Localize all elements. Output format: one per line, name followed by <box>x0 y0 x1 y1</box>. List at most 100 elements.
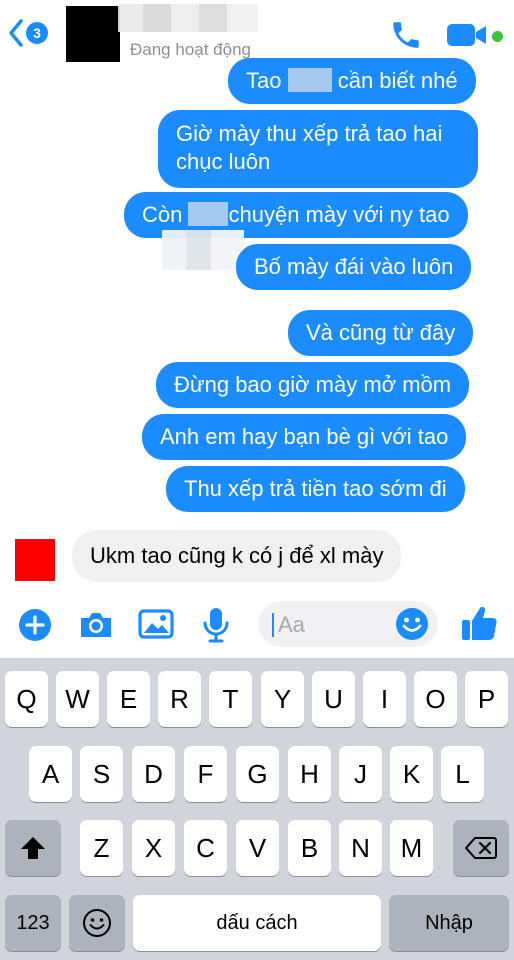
received-message-bubble[interactable]: Ukm tao cũng k có j để xl mày <box>72 530 402 582</box>
key-label: P <box>477 683 496 714</box>
key-y[interactable]: Y <box>261 671 304 727</box>
key-label: Nhập <box>425 911 473 934</box>
message-bubble[interactable]: Đừng bao giờ mày mở mồm <box>156 362 470 408</box>
text-caret <box>272 613 274 637</box>
key-o[interactable]: O <box>414 671 457 727</box>
message-bubble[interactable]: Tao cần biết nhé <box>228 58 476 104</box>
key-v[interactable]: V <box>236 820 279 876</box>
key-a[interactable]: A <box>29 746 72 802</box>
key-d[interactable]: D <box>132 746 175 802</box>
key-label: G <box>247 758 268 789</box>
key-label: C <box>196 832 215 863</box>
key-label: U <box>324 683 343 714</box>
key-label: V <box>248 832 267 863</box>
key-t[interactable]: T <box>209 671 252 727</box>
space-key[interactable]: dấu cách <box>133 895 381 951</box>
key-n[interactable]: N <box>339 820 382 876</box>
key-k[interactable]: K <box>390 746 433 802</box>
key-label: J <box>354 758 367 789</box>
key-h[interactable]: H <box>288 746 331 802</box>
key-label: N <box>351 832 370 863</box>
key-p[interactable]: P <box>465 671 508 727</box>
online-indicator <box>492 31 503 42</box>
phone-icon[interactable] <box>388 18 424 52</box>
message-bubble[interactable]: Thu xếp trả tiền tao sớm đi <box>166 466 465 512</box>
backspace-key[interactable] <box>453 820 509 876</box>
key-label: K <box>402 758 421 789</box>
key-label: Y <box>273 683 292 714</box>
contact-avatar[interactable] <box>66 6 120 62</box>
thumbs-up-icon[interactable] <box>460 604 498 642</box>
key-label: T <box>222 683 239 714</box>
emoji-keyboard-key[interactable] <box>69 895 125 951</box>
key-c[interactable]: C <box>184 820 227 876</box>
message-text: chuyện mày với ny tao <box>228 202 450 227</box>
key-label: F <box>197 758 214 789</box>
key-label: Z <box>93 832 110 863</box>
key-q[interactable]: Q <box>5 671 48 727</box>
shift-key[interactable] <box>5 820 61 876</box>
numbers-key[interactable]: 123 <box>5 895 61 951</box>
redaction-mask <box>162 230 244 270</box>
key-f[interactable]: F <box>184 746 227 802</box>
message-text: Đừng bao giờ mày mở mồm <box>174 372 452 397</box>
backspace-icon <box>465 837 497 859</box>
key-x[interactable]: X <box>132 820 175 876</box>
key-label: A <box>41 758 60 789</box>
key-label: D <box>144 758 163 789</box>
shift-arrow-icon <box>21 837 45 859</box>
message-text: Bố mày đái vào luôn <box>254 254 454 279</box>
message-text: Còn <box>142 202 189 227</box>
key-label: R <box>170 683 189 714</box>
ios-keyboard: Q W E R T Y U I O P A S D F G H J K L Z … <box>0 658 514 960</box>
input-placeholder: Aa <box>278 612 305 637</box>
message-text: Thu xếp trả tiền tao sớm đi <box>184 476 447 501</box>
key-label: O <box>425 683 446 714</box>
gallery-icon[interactable] <box>138 608 174 640</box>
emoji-icon[interactable] <box>394 606 430 642</box>
key-w[interactable]: W <box>56 671 99 727</box>
message-bubble[interactable]: Bố mày đái vào luôn <box>236 244 472 290</box>
sender-avatar[interactable] <box>15 539 55 581</box>
key-u[interactable]: U <box>312 671 355 727</box>
key-l[interactable]: L <box>441 746 484 802</box>
camera-icon[interactable] <box>78 610 114 640</box>
message-bubble[interactable]: Anh em hay bạn bè gì với tao <box>142 414 467 460</box>
key-label: S <box>92 758 111 789</box>
key-e[interactable]: E <box>107 671 150 727</box>
redaction-mask <box>188 202 229 226</box>
microphone-icon[interactable] <box>200 606 232 644</box>
key-label: E <box>119 683 138 714</box>
back-button[interactable]: 3 <box>8 18 48 48</box>
key-j[interactable]: J <box>339 746 382 802</box>
key-label: I <box>380 683 389 714</box>
message-bubble[interactable]: Và cũng từ đây <box>288 310 474 356</box>
key-s[interactable]: S <box>80 746 123 802</box>
return-key[interactable]: Nhập <box>389 895 509 951</box>
key-label: M <box>400 832 423 863</box>
message-text: Giờ mày thu xếp trả tao hai chục luôn <box>176 121 443 174</box>
key-r[interactable]: R <box>158 671 201 727</box>
message-composer: Aa <box>0 596 514 656</box>
key-label: dấu cách <box>216 911 298 934</box>
contact-name-redacted[interactable] <box>118 4 258 32</box>
key-label: B <box>300 832 319 863</box>
message-input[interactable]: Aa <box>258 601 438 647</box>
key-label: W <box>65 683 90 714</box>
key-b[interactable]: B <box>288 820 331 876</box>
video-call-icon[interactable] <box>446 22 492 48</box>
key-label: X <box>144 832 163 863</box>
plus-icon[interactable] <box>18 608 52 642</box>
message-text: cần biết nhé <box>331 68 458 93</box>
key-i[interactable]: I <box>363 671 406 727</box>
smiley-icon <box>83 909 111 937</box>
key-g[interactable]: G <box>236 746 279 802</box>
key-label: H <box>300 758 319 789</box>
message-text: Anh em hay bạn bè gì với tao <box>160 424 449 449</box>
active-status: Đang hoạt động <box>130 40 251 59</box>
message-bubble[interactable]: Giờ mày thu xếp trả tao hai chục luôn <box>158 110 478 188</box>
key-z[interactable]: Z <box>80 820 123 876</box>
unread-badge: 3 <box>26 22 48 44</box>
key-label: Q <box>16 683 37 714</box>
key-m[interactable]: M <box>390 820 433 876</box>
